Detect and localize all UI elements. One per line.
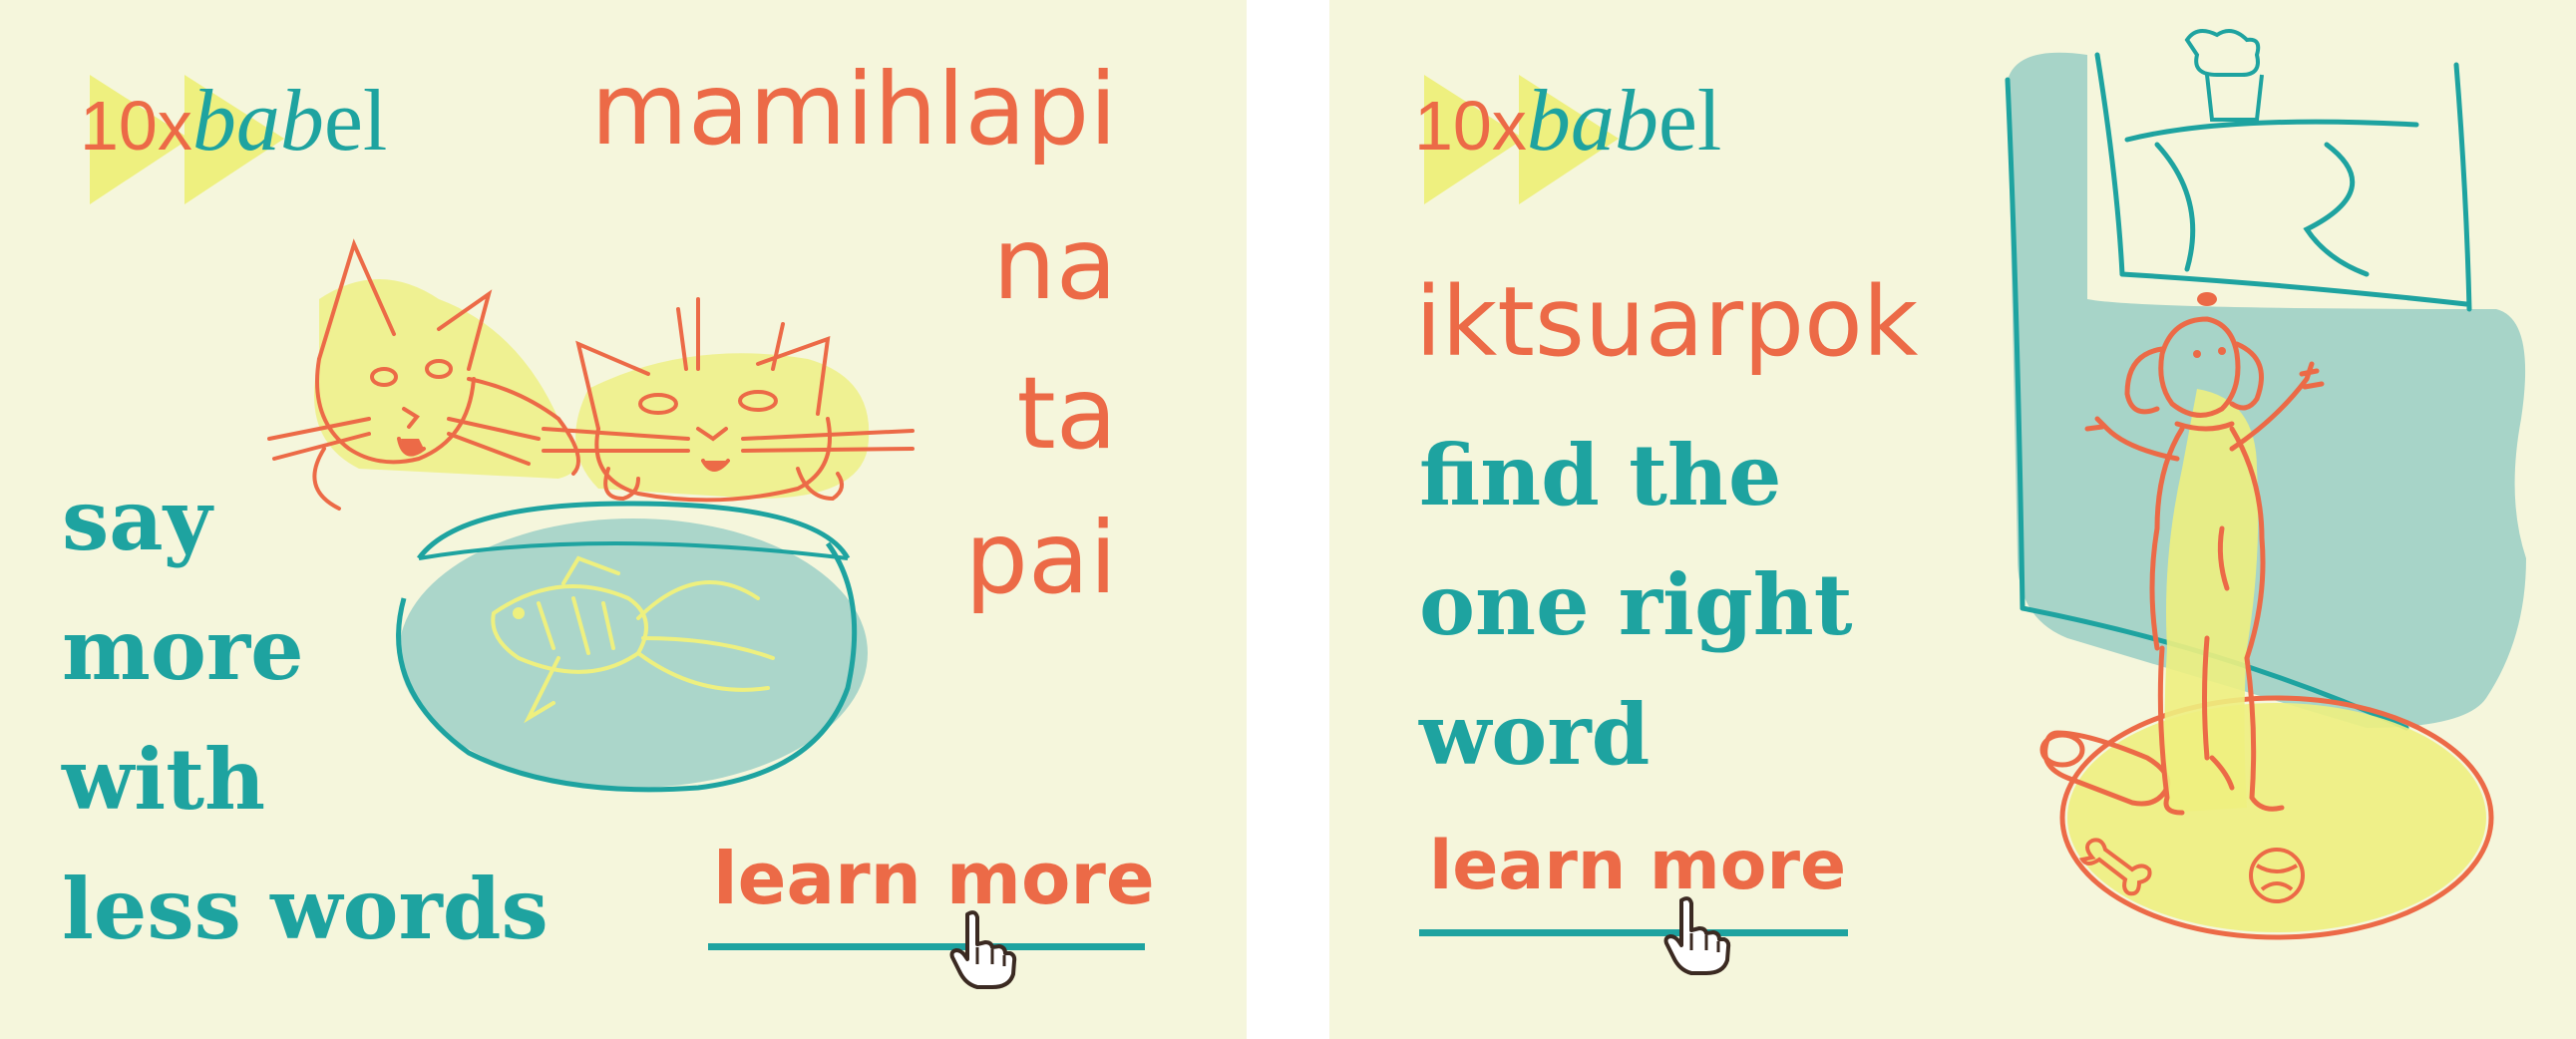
tagline-line: more	[62, 600, 304, 699]
featured-word-line: ta	[1016, 355, 1118, 472]
tagline-line: with	[62, 730, 266, 829]
ad-banner-left[interactable]: 10xbabel mamihlapi na ta pai say more wi…	[0, 0, 1247, 1039]
logo-prefix: 10x	[1414, 87, 1527, 165]
logo-wordmark: 10xbabel	[80, 78, 387, 166]
logo-wordmark: 10xbabel	[1414, 78, 1721, 166]
brand-logo[interactable]: 10xbabel	[1409, 70, 1768, 209]
brand-logo[interactable]: 10xbabel	[75, 70, 434, 209]
logo-suffix: el	[323, 73, 388, 170]
learn-more-link[interactable]: learn more	[713, 843, 1155, 914]
tagline-line: say	[62, 471, 212, 569]
logo-suffix: el	[1657, 73, 1722, 170]
logo-prefix: 10x	[80, 87, 192, 165]
featured-word-line: pai	[964, 500, 1117, 616]
hand-pointer-icon	[1663, 896, 1731, 975]
tagline-line: word	[1419, 685, 1651, 784]
hand-pointer-icon	[949, 910, 1017, 989]
tagline-line: one right	[1419, 555, 1853, 654]
cta-underline	[1419, 929, 1848, 936]
logo-italic: bab	[1526, 73, 1658, 170]
featured-word-line: iktsuarpok	[1415, 266, 1919, 378]
cta-underline	[708, 943, 1145, 950]
tagline-line: find the	[1419, 426, 1782, 524]
tagline-line: less words	[62, 860, 549, 958]
featured-word-line: na	[992, 205, 1117, 322]
featured-word-line: mamihlapi	[590, 51, 1117, 168]
learn-more-link[interactable]: learn more	[1429, 833, 1846, 900]
logo-italic: bab	[191, 73, 324, 170]
ad-banner-right[interactable]: 10xbabel iktsuarpok find the one right w…	[1329, 0, 2576, 1039]
